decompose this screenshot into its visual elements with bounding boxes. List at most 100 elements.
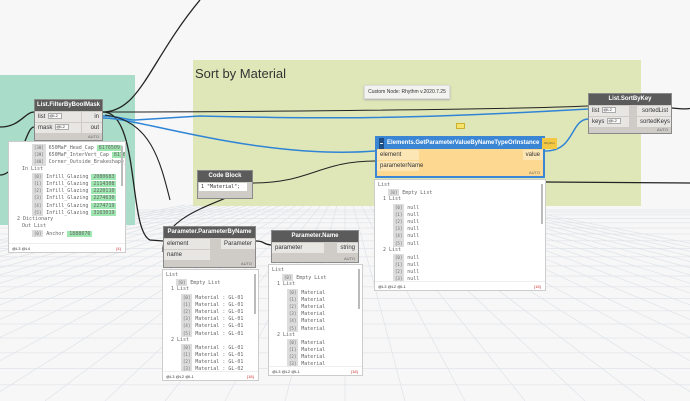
lacing-dropdown[interactable]: @L2: [48, 113, 63, 120]
filter-preview[interactable]: [38] 650MaF_Head_Cap 8176509 [39] 650MaF_Int…: [8, 141, 126, 253]
parameterbyname-preview[interactable]: List [0] Empty List 1 List [0] Material : GL-…: [162, 269, 259, 381]
output-port-out[interactable]: out: [82, 123, 102, 133]
list-item: [0] Anchor 1888676: [9, 230, 125, 238]
list-item: [2] Material: [269, 353, 362, 361]
node-title: Parameter.Name: [272, 231, 358, 242]
list-filterbyboolmask-node[interactable]: List.FilterByBoolMask list @L2 mask @L2 in…: [34, 99, 103, 141]
list-item-text: Infill_Glazing: [46, 195, 89, 202]
list-item-text: null: [407, 240, 420, 247]
item-count: {18}: [350, 369, 358, 374]
list-index: [1]: [181, 351, 193, 359]
list-item-text: null: [407, 204, 420, 211]
lacing-dropdown[interactable]: @L2: [602, 107, 617, 114]
list-index: [1]: [393, 210, 405, 218]
input-port-mask[interactable]: mask @L2: [35, 123, 81, 133]
list-index: [4]: [32, 201, 44, 209]
code-block-node[interactable]: Code Block 1 "Material";: [197, 170, 253, 199]
element-id[interactable]: 1888676: [67, 231, 93, 238]
list-index: [38]: [32, 144, 46, 152]
list-item-text: Material : GL-01: [195, 316, 244, 323]
element-id[interactable]: 2114308: [91, 180, 117, 187]
parameter-parameterbyname-node[interactable]: Parameter.ParameterByName element name P…: [163, 226, 256, 268]
list-item-text: null: [407, 254, 420, 261]
element-id[interactable]: 2080683: [91, 173, 117, 180]
element-id[interactable]: 2220110: [91, 188, 117, 195]
list-item-text: null: [407, 211, 420, 218]
element-id[interactable]: 81765: [111, 152, 125, 159]
preview-footer: @L3 @L4 {4}: [9, 243, 125, 252]
list-item-text: In List: [22, 165, 44, 172]
input-port-name[interactable]: name: [164, 250, 210, 260]
output-port-sortedlist[interactable]: sortedList: [637, 106, 671, 116]
auto-label: AUTO: [240, 261, 252, 266]
input-port-parameter[interactable]: parameter: [272, 243, 324, 253]
list-item: 1 List: [269, 281, 362, 288]
auto-label: AUTO: [87, 134, 99, 139]
list-item-text: 2 List: [277, 331, 296, 338]
list-index: [2]: [393, 268, 405, 276]
list-item-text: 2 List: [171, 336, 190, 343]
input-port-keys[interactable]: keys @L2: [589, 117, 629, 127]
lacing-dropdown[interactable]: @L2: [55, 124, 70, 131]
list-index: [5]: [32, 208, 44, 216]
list-index: [5]: [181, 329, 193, 337]
list-item-text: 2 List: [383, 246, 402, 253]
input-port-list[interactable]: list @L2: [589, 106, 629, 116]
output-port-in[interactable]: in: [82, 112, 102, 122]
wire: [544, 181, 690, 184]
scrollbar[interactable]: [254, 274, 256, 314]
list-item: [1] Material : GL-01: [163, 351, 258, 359]
lacing-dropdown[interactable]: @L2: [607, 118, 622, 125]
list-index: [0]: [287, 288, 299, 296]
list-item: [0] null: [375, 253, 545, 262]
element-id[interactable]: 2274630: [91, 195, 117, 202]
list-item: Out List: [9, 223, 125, 230]
list-item: 2 List: [163, 337, 258, 344]
list-sortbykey-node[interactable]: List.SortByKey list @L2 keys @L2 sortedLis…: [588, 93, 672, 134]
list-index: [1]: [287, 346, 299, 354]
list-item-text: null: [407, 226, 420, 233]
node-title: Parameter.ParameterByName: [164, 227, 255, 238]
output-port-sortedkeys[interactable]: sortedKeys: [637, 117, 671, 127]
list-item: [2] Material : GL-01: [163, 358, 258, 366]
scrollbar[interactable]: [121, 146, 123, 186]
list-item-text: Infill_Glazing: [46, 209, 89, 216]
input-port-list[interactable]: list @L2: [35, 112, 81, 122]
list-item: [2] null: [375, 268, 545, 276]
element-id[interactable]: 8176509: [96, 145, 122, 151]
list-item-text: Empty List: [296, 275, 327, 282]
item-count: {18}: [533, 284, 541, 289]
input-port-element[interactable]: element: [377, 150, 419, 160]
list-item-text: 1 List: [383, 196, 402, 203]
package-icon: ▬: [379, 138, 384, 149]
get-parameter-preview[interactable]: List [0] Empty List 1 List [0] null [1] null [2]…: [374, 179, 546, 291]
list-item: [0] Empty List: [375, 189, 545, 197]
scrollbar[interactable]: [358, 269, 360, 309]
list-item-text: Infill_Glazing: [46, 188, 89, 195]
input-port-element[interactable]: element: [164, 239, 210, 249]
element-id[interactable]: 3163019: [91, 209, 117, 216]
code-editor[interactable]: 1 "Material";: [199, 183, 247, 191]
list-item: [0] Material: [269, 338, 362, 347]
list-index: [2]: [181, 307, 193, 316]
list-index: [2]: [32, 187, 44, 195]
wire: [102, 0, 201, 113]
list-item: List: [163, 272, 258, 279]
output-port-string[interactable]: string: [337, 243, 358, 253]
get-parameter-value-node[interactable]: ▬ Elements.GetParameterValueByNameTypeOr…: [375, 136, 557, 178]
list-item: [0] Material : GL-01: [163, 343, 258, 352]
parameter-name-preview[interactable]: List [0] Empty List 1 List [0] Material [1] Mat…: [268, 264, 363, 376]
scrollbar[interactable]: [541, 184, 543, 224]
parameter-name-node[interactable]: Parameter.Name parameter string AUTO: [271, 230, 359, 263]
output-port-parameter[interactable]: Parameter: [220, 239, 255, 249]
preview-footer: @L3 @L2 @L1 {18}: [163, 371, 258, 380]
list-item-text: Infill_Glazing: [46, 202, 89, 209]
list-item-text: Material : GL-01: [195, 308, 244, 315]
list-item: [0] Material: [269, 288, 362, 296]
input-port-parametername[interactable]: parameterName: [377, 161, 423, 171]
list-item: [1] Infill_Glazing 2114308: [9, 179, 125, 188]
list-item-text: Empty List: [190, 280, 221, 287]
list-item: [2] Material: [269, 302, 362, 311]
output-port-value[interactable]: value: [522, 150, 543, 160]
element-id[interactable]: 2274719: [91, 202, 117, 209]
